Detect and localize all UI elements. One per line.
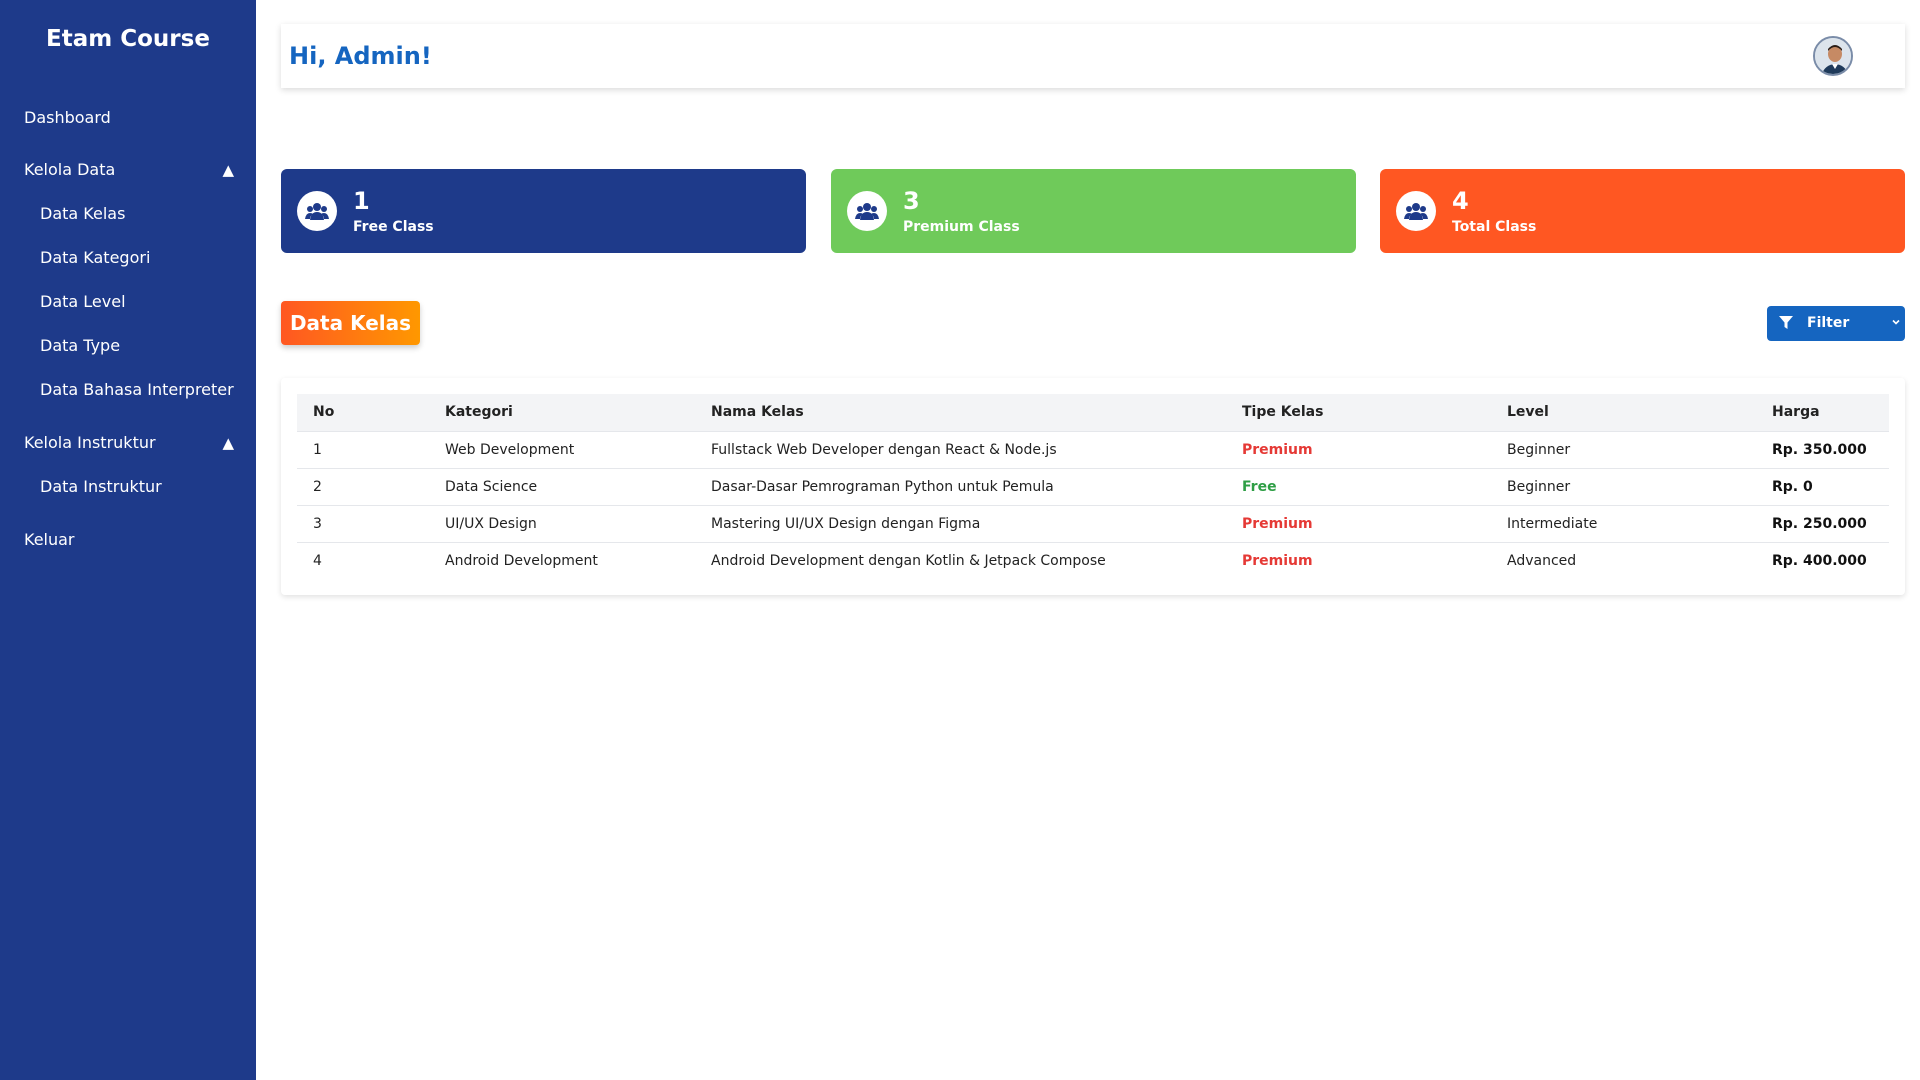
stat-label: Free Class <box>353 219 434 235</box>
sidebar-item-keluar[interactable]: Keluar <box>24 530 75 549</box>
cell-harga: Rp. 250.000 <box>1756 504 1889 542</box>
data-kelas-table-card: No Kategori Nama Kelas Tipe Kelas Level … <box>281 378 1905 595</box>
cell-tipe-kelas: Premium <box>1226 430 1491 468</box>
stat-value: 1 <box>353 187 370 215</box>
cell-kategori: Data Science <box>429 467 695 505</box>
cell-no: 4 <box>297 541 429 579</box>
sidebar-item-dashboard[interactable]: Dashboard <box>24 108 111 127</box>
table-header-row: No Kategori Nama Kelas Tipe Kelas Level … <box>297 394 1889 431</box>
cell-kategori: UI/UX Design <box>429 504 695 542</box>
cell-kategori: Web Development <box>429 430 695 468</box>
users-icon <box>1396 191 1436 231</box>
user-avatar[interactable] <box>1813 36 1853 76</box>
cell-harga: Rp. 0 <box>1756 467 1889 505</box>
cell-harga: Rp. 350.000 <box>1756 430 1889 468</box>
cell-tipe-kelas: Premium <box>1226 541 1491 579</box>
section-title-data-kelas: Data Kelas <box>281 301 420 345</box>
caret-up-icon: ▲ <box>222 160 234 179</box>
cell-nama-kelas: Fullstack Web Developer dengan React & N… <box>695 430 1226 468</box>
stat-value: 3 <box>903 187 920 215</box>
table-row: 4 Android Development Android Developmen… <box>297 541 1889 579</box>
cell-nama-kelas: Dasar-Dasar Pemrograman Python untuk Pem… <box>695 467 1226 505</box>
stat-label: Premium Class <box>903 219 1020 235</box>
filter-label: Filter <box>1807 315 1850 331</box>
cell-tipe-kelas: Free <box>1226 467 1491 505</box>
stat-card-free-class: 1 Free Class <box>281 169 806 253</box>
sidebar-item-data-kategori[interactable]: Data Kategori <box>40 248 150 267</box>
stat-card-premium-class: 3 Premium Class <box>831 169 1356 253</box>
filter-icon <box>1779 316 1793 334</box>
sidebar-item-data-level[interactable]: Data Level <box>40 292 126 311</box>
users-icon <box>847 191 887 231</box>
column-header-kategori: Kategori <box>445 404 513 421</box>
cell-nama-kelas: Android Development dengan Kotlin & Jetp… <box>695 541 1226 579</box>
table-row: 1 Web Development Fullstack Web Develope… <box>297 430 1889 468</box>
filter-dropdown-button[interactable]: Filter <box>1767 306 1905 341</box>
sidebar-group-label: Kelola Data <box>24 160 116 179</box>
brand-title: Etam Course <box>46 26 210 52</box>
cell-kategori: Android Development <box>429 541 695 579</box>
cell-no: 3 <box>297 504 429 542</box>
cell-harga: Rp. 400.000 <box>1756 541 1889 579</box>
stat-label: Total Class <box>1452 219 1537 235</box>
sidebar-item-data-type[interactable]: Data Type <box>40 336 120 355</box>
sidebar-item-data-instruktur[interactable]: Data Instruktur <box>40 477 162 496</box>
column-header-tipe-kelas: Tipe Kelas <box>1242 404 1324 421</box>
top-header: Hi, Admin! <box>281 24 1905 88</box>
cell-level: Beginner <box>1491 467 1756 505</box>
cell-no: 1 <box>297 430 429 468</box>
column-header-harga: Harga <box>1772 404 1820 421</box>
sidebar-item-data-bahasa-interpreter[interactable]: Data Bahasa Interpreter <box>40 380 234 399</box>
data-kelas-table: No Kategori Nama Kelas Tipe Kelas Level … <box>297 394 1889 579</box>
cell-tipe-kelas: Premium <box>1226 504 1491 542</box>
stat-card-total-class: 4 Total Class <box>1380 169 1905 253</box>
column-header-nama-kelas: Nama Kelas <box>711 404 804 421</box>
stat-value: 4 <box>1452 187 1469 215</box>
table-row: 2 Data Science Dasar-Dasar Pemrograman P… <box>297 467 1889 505</box>
sidebar-group-label: Kelola Instruktur <box>24 433 156 452</box>
table-row: 3 UI/UX Design Mastering UI/UX Design de… <box>297 504 1889 542</box>
column-header-no: No <box>313 404 335 421</box>
person-icon <box>1815 38 1851 74</box>
cell-level: Beginner <box>1491 430 1756 468</box>
sidebar: Etam Course Dashboard Kelola Data ▲ Data… <box>0 0 256 1080</box>
cell-level: Intermediate <box>1491 504 1756 542</box>
greeting-text: Hi, Admin! <box>289 42 432 70</box>
chevron-down-icon <box>1891 315 1901 331</box>
users-icon <box>297 191 337 231</box>
sidebar-group-kelola-data[interactable]: Kelola Data ▲ <box>24 160 234 179</box>
caret-up-icon: ▲ <box>222 433 234 452</box>
cell-level: Advanced <box>1491 541 1756 579</box>
cell-nama-kelas: Mastering UI/UX Design dengan Figma <box>695 504 1226 542</box>
sidebar-item-data-kelas[interactable]: Data Kelas <box>40 204 125 223</box>
sidebar-group-kelola-instruktur[interactable]: Kelola Instruktur ▲ <box>24 433 234 452</box>
cell-no: 2 <box>297 467 429 505</box>
column-header-level: Level <box>1507 404 1549 421</box>
